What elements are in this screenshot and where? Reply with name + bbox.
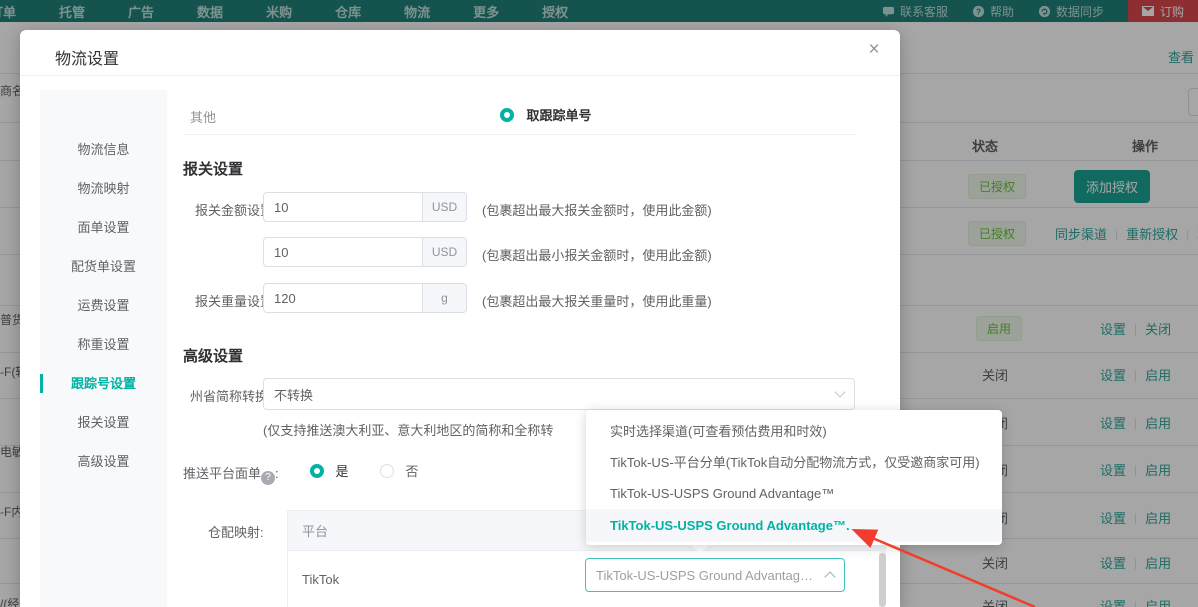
radio-unchecked-icon (380, 464, 394, 478)
sidebar-item-logistics-map[interactable]: 物流映射 (40, 169, 167, 208)
other-label: 其他 (190, 107, 216, 126)
radio-checked-icon (310, 464, 324, 478)
dropdown-option-realtime[interactable]: 实时选择渠道(可查看预估费用和时效) (586, 416, 1002, 447)
channel-select-value: TikTok-US-USPS Ground Advantag… (596, 568, 826, 583)
state-abbr-hint: (仅支持推送澳大利亚、意大利地区的简称和全称转 (263, 420, 553, 439)
sidebar-item-picklist-settings[interactable]: 配货单设置 (40, 247, 167, 286)
customs-amount-min-hint: (包裹超出最小报关金额时，使用此金额) (482, 245, 712, 264)
dropdown-option-platform-split[interactable]: TikTok-US-平台分单(TikTok自动分配物流方式，仅受邀商家可用) (586, 447, 1002, 478)
customs-weight-hint: (包裹超出最大报关重量时，使用此重量) (482, 291, 712, 310)
customs-weight-input[interactable] (263, 283, 422, 313)
mapping-label: 仓配映射: (208, 522, 264, 541)
usd-unit: USD (422, 192, 467, 222)
modal-title: 物流设置 (55, 45, 119, 69)
sidebar-item-customs-settings[interactable]: 报关设置 (40, 403, 167, 442)
radio-checked-icon (500, 108, 514, 122)
state-abbr-select[interactable]: 不转换 (263, 378, 855, 410)
push-no-radio[interactable]: 否 (380, 461, 418, 481)
push-label-row: 推送平台面单?: (183, 463, 279, 485)
customs-section-title: 报关设置 (183, 158, 243, 179)
tracking-radio-label: 取跟踪单号 (526, 108, 591, 123)
gram-unit: g (422, 283, 467, 313)
dropdown-option-usps-ga-selected[interactable]: TikTok-US-USPS Ground Advantage™. (586, 509, 1002, 542)
sidebar-item-tracking-settings[interactable]: 跟踪号设置 (40, 364, 167, 403)
dropdown-option-usps-ga[interactable]: TikTok-US-USPS Ground Advantage™ (586, 478, 1002, 509)
state-abbr-label: 州省简称转换: (190, 386, 272, 405)
sidebar-item-logistics-info[interactable]: 物流信息 (40, 130, 167, 169)
push-yes-label: 是 (335, 464, 348, 479)
modal-scrollbar-thumb[interactable] (879, 553, 886, 607)
close-icon[interactable]: × (862, 38, 886, 62)
modal-header-divider (20, 75, 900, 76)
channel-select[interactable]: TikTok-US-USPS Ground Advantag… (585, 558, 845, 592)
sidebar-item-label-settings[interactable]: 面单设置 (40, 208, 167, 247)
push-yes-radio[interactable]: 是 (310, 461, 348, 481)
section-divider (183, 134, 857, 135)
state-abbr-value: 不转换 (274, 385, 836, 404)
sidebar-item-advanced-settings[interactable]: 高级设置 (40, 442, 167, 481)
customs-amount-max-input[interactable] (263, 192, 422, 222)
tracking-radio[interactable]: 取跟踪单号 (500, 105, 591, 125)
sidebar-item-weighing-settings[interactable]: 称重设置 (40, 325, 167, 364)
chevron-up-icon (824, 571, 835, 582)
modal-sidebar: 物流信息 物流映射 面单设置 配货单设置 运费设置 称重设置 跟踪号设置 报关设… (40, 90, 167, 607)
channel-dropdown-panel: 实时选择渠道(可查看预估费用和时效) TikTok-US-平台分单(TikTok… (586, 410, 1002, 545)
customs-weight-field: g (263, 283, 467, 313)
customs-amount-min-input[interactable] (263, 237, 422, 267)
advanced-section-title: 高级设置 (183, 345, 243, 366)
sidebar-item-freight-settings[interactable]: 运费设置 (40, 286, 167, 325)
usd-unit: USD (422, 237, 467, 267)
customs-amount-max-field: USD (263, 192, 467, 222)
customs-amount-max-hint: (包裹超出最大报关金额时，使用此金额) (482, 200, 712, 219)
push-no-label: 否 (405, 464, 418, 479)
chevron-down-icon (834, 386, 845, 397)
push-colon: : (275, 466, 279, 481)
push-label: 推送平台面单 (183, 466, 261, 481)
question-icon[interactable]: ? (261, 471, 275, 485)
customs-amount-min-field: USD (263, 237, 467, 267)
